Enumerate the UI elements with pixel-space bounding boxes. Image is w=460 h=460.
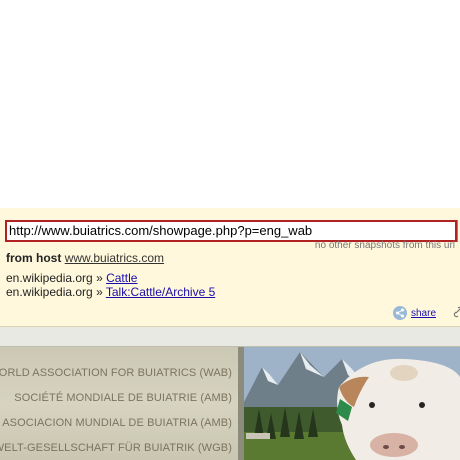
referrer-separator: » bbox=[96, 271, 103, 285]
referrer-row: en.wikipedia.org » Cattle bbox=[6, 271, 137, 285]
blank-area bbox=[0, 0, 460, 208]
host-label: from host bbox=[6, 251, 62, 265]
share-label[interactable]: share bbox=[411, 308, 436, 319]
host-link[interactable]: www.buiatrics.com bbox=[65, 251, 164, 265]
banner-line-wab: WORLD ASSOCIATION FOR BUIATRICS (WAB) bbox=[0, 367, 232, 379]
archive-toolbar: no other snapshots from this url from ho… bbox=[0, 208, 460, 327]
referrer-link-cattle[interactable]: Cattle bbox=[106, 271, 137, 285]
separator-strip bbox=[0, 327, 460, 347]
share-button[interactable]: share bbox=[393, 306, 436, 320]
share-icon bbox=[393, 306, 407, 320]
referrer-row: en.wikipedia.org » Talk:Cattle/Archive 5 bbox=[6, 285, 215, 299]
banner-line-wgb: WELT-GESELLSCHAFT FÜR BUIATRIK (WGB) bbox=[0, 442, 232, 454]
referrer-separator: » bbox=[96, 285, 103, 299]
link-icon[interactable] bbox=[453, 306, 460, 318]
banner-line-amb: ASOCIACION MUNDIAL DE BUIATRIA (AMB) bbox=[2, 417, 232, 429]
referrer-domain: en.wikipedia.org bbox=[6, 271, 93, 285]
cow-photo bbox=[244, 347, 460, 460]
url-input[interactable] bbox=[5, 220, 457, 242]
wab-banner: WORLD ASSOCIATION FOR BUIATRICS (WAB) SO… bbox=[0, 347, 238, 460]
snapshot-note: no other snapshots from this url bbox=[314, 240, 455, 251]
host-line: from host www.buiatrics.com bbox=[6, 251, 164, 265]
referrer-domain: en.wikipedia.org bbox=[6, 285, 93, 299]
referrer-link-talk-cattle[interactable]: Talk:Cattle/Archive 5 bbox=[106, 285, 215, 299]
banner-line-smb: SOCIÉTÉ MONDIALE DE BUIATRIE (AMB) bbox=[14, 392, 232, 404]
